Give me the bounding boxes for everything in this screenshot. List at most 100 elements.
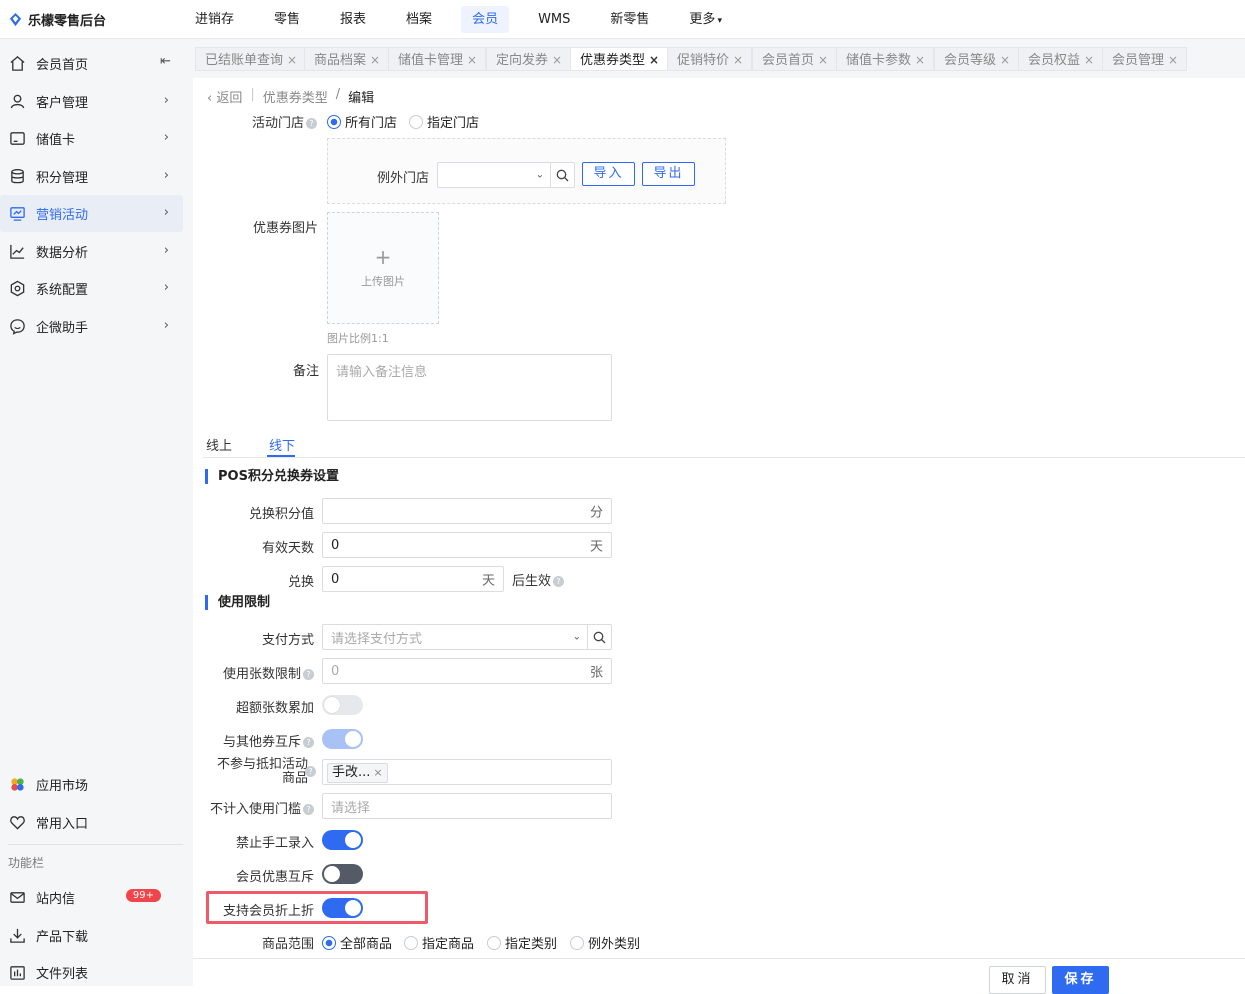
sidebar-item-stored-card[interactable]: 储值卡 › xyxy=(0,120,183,157)
breadcrumb-parent[interactable]: 优惠券类型 xyxy=(263,87,328,106)
sidebar-item-label: 应用市场 xyxy=(36,779,89,794)
tab-promo-price[interactable]: 促销特价 × xyxy=(667,47,753,71)
manual-entry-switch[interactable] xyxy=(322,830,363,850)
close-icon[interactable]: × xyxy=(1000,53,1010,67)
help-icon[interactable]: ? xyxy=(305,766,316,777)
close-icon[interactable]: × xyxy=(818,53,828,67)
remark-label: 备注 xyxy=(292,364,319,379)
app-logo[interactable]: 乐檬零售后台 xyxy=(8,10,106,29)
close-icon[interactable]: × xyxy=(915,53,925,67)
radio-specific-stores[interactable]: 指定门店 xyxy=(409,112,479,131)
radio-scope-except[interactable]: 例外类别 xyxy=(570,933,640,952)
close-icon[interactable]: × xyxy=(1084,53,1094,67)
overlimit-label: 超额张数累加 xyxy=(235,701,314,716)
radio-scope-all[interactable]: 全部商品 xyxy=(322,933,392,952)
sidebar-item-download[interactable]: 产品下载 xyxy=(0,917,183,954)
tab-label: 储值卡参数 xyxy=(846,53,912,68)
subtab-online[interactable]: 线上 xyxy=(206,435,232,454)
tab-member-home[interactable]: 会员首页 × xyxy=(752,47,838,71)
sidebar-item-member-home[interactable]: 会员首页 ⇤ xyxy=(0,45,183,82)
back-link[interactable]: ‹ 返回 xyxy=(207,87,242,106)
line-chart-icon xyxy=(8,243,26,261)
member-discount-switch[interactable] xyxy=(322,898,363,918)
sidebar-item-wecom[interactable]: 企微助手 › xyxy=(0,308,183,345)
topnav-item-retail[interactable]: 零售 xyxy=(263,6,311,33)
chevron-down-icon: ⌄ xyxy=(572,631,581,643)
close-icon[interactable]: × xyxy=(733,53,743,67)
sidebar-item-label: 站内信 xyxy=(36,892,76,907)
radio-label: 指定门店 xyxy=(427,116,480,131)
radio-scope-products[interactable]: 指定商品 xyxy=(404,933,474,952)
help-icon[interactable]: ? xyxy=(553,576,565,587)
import-button[interactable]: 导入 xyxy=(582,162,635,186)
save-button[interactable]: 保存 xyxy=(1052,966,1109,994)
topnav-item-jxc[interactable]: 进销存 xyxy=(184,6,245,33)
count-limit-input[interactable]: 0 张 xyxy=(322,658,612,684)
topnav-item-more[interactable]: 更多 ▾ xyxy=(678,6,733,33)
topnav-item-report[interactable]: 报表 xyxy=(329,6,377,33)
sidebar-item-files[interactable]: 文件列表 xyxy=(0,954,183,991)
sidebar-item-inbox[interactable]: 站内信 99+ xyxy=(0,879,183,916)
chevron-right-icon: › xyxy=(163,243,169,258)
plus-icon: + xyxy=(374,245,392,269)
help-icon[interactable]: ? xyxy=(303,669,314,680)
valid-days-input[interactable]: 0 天 xyxy=(322,532,612,558)
sidebar-item-settings[interactable]: 系统配置 › xyxy=(0,270,183,307)
help-icon[interactable]: ? xyxy=(303,737,314,748)
exchange-days-input[interactable]: 0 天 xyxy=(322,566,504,592)
tab-stored-card-mgmt[interactable]: 储值卡管理 × xyxy=(388,47,487,71)
export-button[interactable]: 导出 xyxy=(642,162,695,186)
search-icon[interactable] xyxy=(550,163,574,187)
close-icon[interactable]: × xyxy=(1168,53,1178,67)
tab-targeted-coupon[interactable]: 定向发券 × xyxy=(486,47,572,71)
close-icon[interactable]: × xyxy=(467,53,477,67)
tab-stored-card-params[interactable]: 储值卡参数 × xyxy=(836,47,935,71)
payment-select[interactable]: 请选择支付方式 ⌄ xyxy=(322,624,612,650)
sidebar-item-customer[interactable]: 客户管理 › xyxy=(0,83,183,120)
tab-member-rights[interactable]: 会员权益 × xyxy=(1018,47,1104,71)
topnav-item-newretail[interactable]: 新零售 xyxy=(599,6,660,33)
scope-label: 商品范围 xyxy=(261,937,314,952)
help-icon[interactable]: ? xyxy=(306,118,317,129)
radio-dot xyxy=(487,935,501,950)
collapse-sidebar-icon[interactable]: ⇤ xyxy=(160,54,171,69)
close-icon[interactable]: × xyxy=(649,53,659,67)
search-icon[interactable] xyxy=(587,625,611,649)
cancel-button[interactable]: 取消 xyxy=(989,966,1046,994)
mutex-switch[interactable] xyxy=(322,729,363,749)
sidebar-item-favorites[interactable]: 常用入口 xyxy=(0,804,183,841)
tab-member-mgmt[interactable]: 会员管理 × xyxy=(1102,47,1188,71)
sidebar-item-points[interactable]: 积分管理 › xyxy=(0,158,183,195)
tab-product-archive[interactable]: 商品档案 × xyxy=(304,47,390,71)
member-mutex-switch[interactable] xyxy=(322,864,363,884)
close-icon[interactable]: × xyxy=(370,53,380,67)
tab-coupon-type[interactable]: 优惠券类型 × xyxy=(570,47,669,71)
radio-all-stores[interactable]: 所有门店 xyxy=(327,112,397,131)
overlimit-switch[interactable] xyxy=(322,695,363,715)
sidebar-item-analytics[interactable]: 数据分析 › xyxy=(0,233,183,270)
tag-close-icon[interactable]: × xyxy=(373,766,382,779)
threshold-select[interactable]: 请选择 xyxy=(322,793,612,819)
topnav-item-member[interactable]: 会员 xyxy=(461,6,510,33)
close-icon[interactable]: × xyxy=(287,53,297,67)
tab-settled-bills[interactable]: 已结账单查询 × xyxy=(195,47,307,71)
close-icon[interactable]: × xyxy=(552,53,562,67)
mail-icon xyxy=(8,889,26,907)
except-store-select[interactable]: ⌄ xyxy=(437,162,575,188)
heart-icon xyxy=(8,814,26,832)
points-input[interactable]: 分 xyxy=(322,498,612,524)
tab-label: 会员等级 xyxy=(944,53,997,68)
radio-scope-categories[interactable]: 指定类别 xyxy=(487,933,557,952)
subtab-offline[interactable]: 线下 xyxy=(269,435,295,454)
upload-image-button[interactable]: + 上传图片 xyxy=(327,212,439,324)
exclude-activity-select[interactable]: 手改... × xyxy=(322,759,612,785)
effect-after-label: 后生效? xyxy=(512,570,565,589)
topnav-item-archive[interactable]: 档案 xyxy=(395,6,443,33)
sidebar-item-app-market[interactable]: 应用市场 xyxy=(0,766,183,803)
help-icon[interactable]: ? xyxy=(303,804,314,815)
topnav-item-wms[interactable]: WMS xyxy=(527,6,581,33)
tab-member-level[interactable]: 会员等级 × xyxy=(934,47,1020,71)
sidebar-item-marketing[interactable]: 营销活动 › xyxy=(0,195,183,232)
sidebar-item-label: 数据分析 xyxy=(36,246,89,261)
remark-textarea[interactable]: 请输入备注信息 xyxy=(327,354,612,421)
